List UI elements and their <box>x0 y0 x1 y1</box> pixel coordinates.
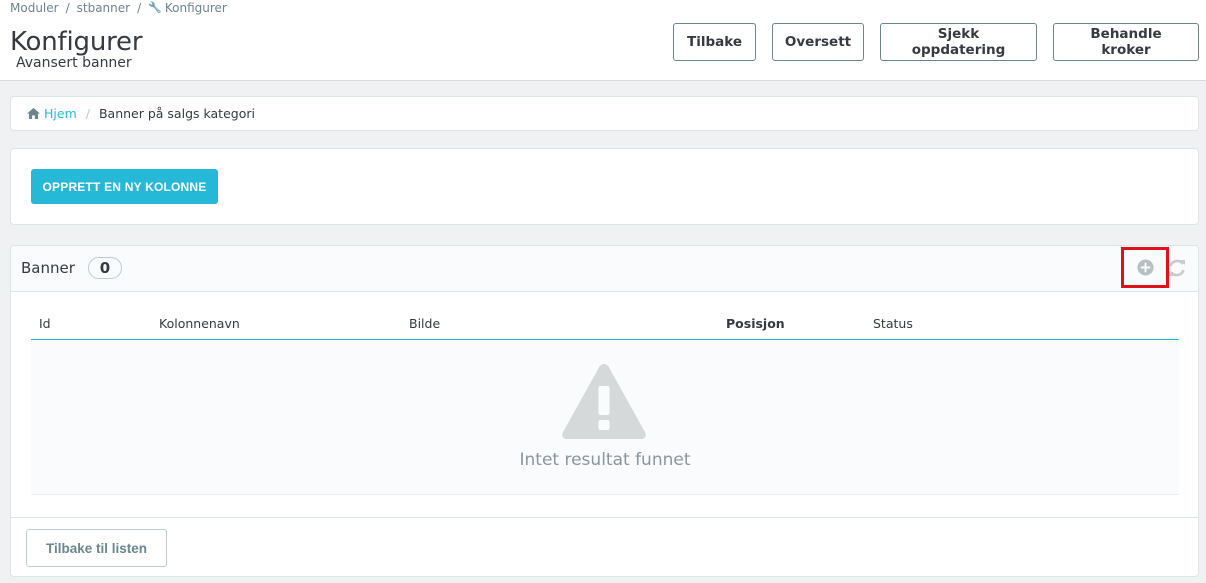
column-header-id[interactable]: Id <box>39 316 51 331</box>
breadcrumb-separator: / <box>65 1 70 15</box>
check-update-button[interactable]: Sjekk oppdatering <box>880 23 1037 61</box>
banner-list-panel: Banner 0 Id Kolonnenavn Bilde Posisjon S… <box>10 245 1199 577</box>
count-badge: 0 <box>88 257 122 279</box>
breadcrumb: Hjem / Banner på salgs kategori <box>10 96 1199 131</box>
home-icon <box>27 108 40 119</box>
list-title: Banner <box>21 259 75 277</box>
breadcrumb-modules[interactable]: Moduler <box>10 1 59 15</box>
page-title: Konfigurer <box>10 27 143 57</box>
translate-button[interactable]: Oversett <box>772 23 864 61</box>
warning-icon <box>562 364 646 439</box>
breadcrumb-home-link[interactable]: Hjem <box>44 106 77 121</box>
wrench-icon: 🔧 <box>148 1 162 14</box>
back-button[interactable]: Tilbake <box>673 23 756 61</box>
page-header: Moduler / stbanner / 🔧 Konfigurer Konfig… <box>0 0 1206 81</box>
empty-state: Intet resultat funnet <box>31 340 1179 495</box>
column-header-position[interactable]: Posisjon <box>726 316 785 331</box>
create-column-button[interactable]: OPPRETT EN NY KOLONNE <box>31 169 218 204</box>
breadcrumb-current: Banner på salgs kategori <box>98 106 255 121</box>
manage-hooks-button[interactable]: Behandle kroker <box>1053 23 1199 61</box>
column-header-name[interactable]: Kolonnenavn <box>159 316 240 331</box>
back-to-list-button[interactable]: Tilbake til listen <box>26 529 167 567</box>
page-subtitle: Avansert banner <box>16 55 132 71</box>
add-new-icon[interactable] <box>1137 259 1154 276</box>
breadcrumb-separator: / <box>85 106 90 121</box>
list-footer: Tilbake til listen <box>11 517 1198 577</box>
column-header-image[interactable]: Bilde <box>409 316 440 331</box>
empty-message: Intet resultat funnet <box>519 450 691 470</box>
refresh-icon[interactable] <box>1168 259 1186 277</box>
header-breadcrumb: Moduler / stbanner / 🔧 Konfigurer <box>10 1 227 15</box>
breadcrumb-configure: Konfigurer <box>164 1 227 15</box>
breadcrumb-separator: / <box>137 1 142 15</box>
column-header-status[interactable]: Status <box>873 316 913 331</box>
actions-panel: OPPRETT EN NY KOLONNE <box>10 148 1199 225</box>
list-header: Banner 0 <box>11 246 1198 292</box>
breadcrumb-stbanner[interactable]: stbanner <box>77 1 130 15</box>
